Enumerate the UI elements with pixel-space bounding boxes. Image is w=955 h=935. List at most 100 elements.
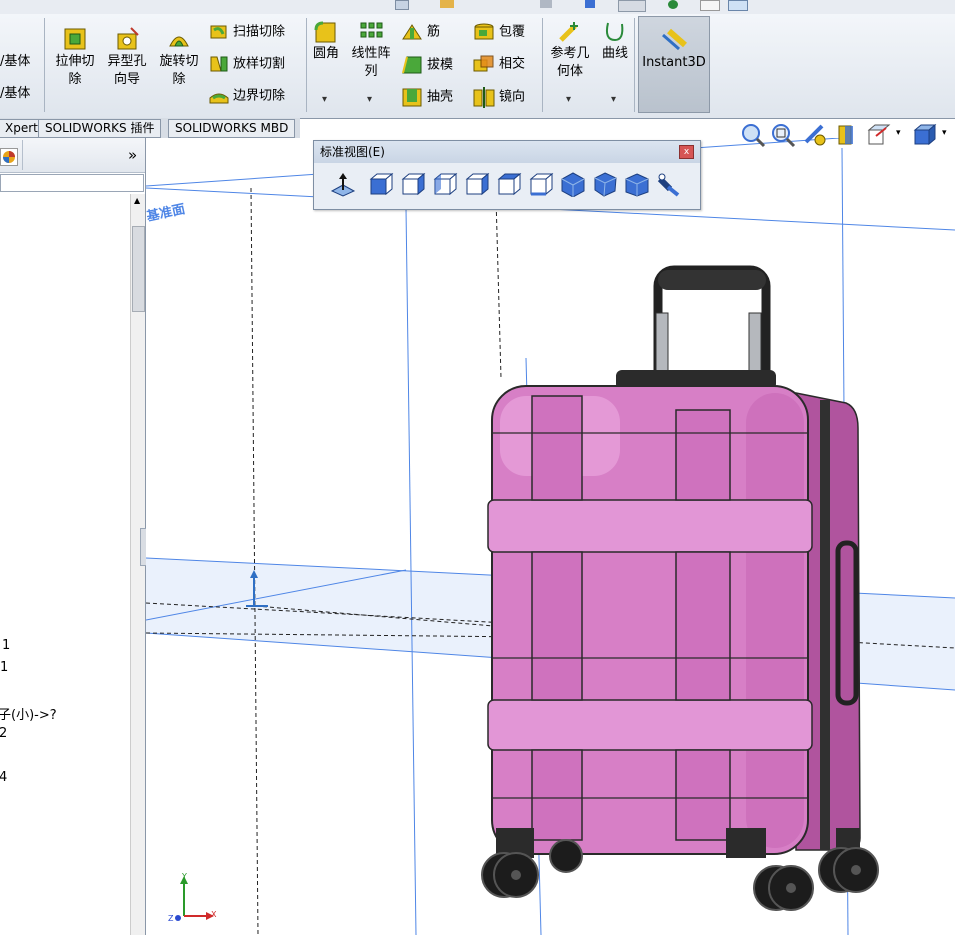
normal-to-icon[interactable] (330, 171, 356, 197)
tree-item[interactable]: 子(小)->? (0, 704, 57, 723)
lofted-cut-icon (210, 56, 228, 72)
tree-item[interactable]: 1 (0, 660, 8, 675)
close-toolbar-button[interactable]: x (679, 145, 694, 159)
intersect-button[interactable]: 相交 (472, 54, 525, 75)
options-icon[interactable] (728, 0, 748, 11)
linear-pattern-icon (360, 22, 383, 38)
header-divider (22, 140, 23, 170)
linear-pattern-dropdown-arrow[interactable]: ▾ (367, 94, 372, 105)
command-manager-tabs: Xpert SOLIDWORKS 插件 SOLIDWORKS MBD (0, 118, 300, 138)
draft-button[interactable]: 拔模 (400, 54, 453, 76)
display-style-icon[interactable] (912, 122, 938, 148)
expand-panel-arrows[interactable]: » (128, 146, 137, 164)
previous-view-icon[interactable] (802, 122, 828, 148)
print-icon[interactable] (540, 0, 552, 8)
shell-button[interactable]: 抽壳 (400, 86, 453, 108)
fillet-dropdown-arrow[interactable]: ▾ (322, 94, 327, 105)
right-view-icon[interactable] (464, 171, 490, 197)
boundary-cut-label: 边界切除 (233, 88, 286, 104)
swept-cut-button[interactable]: 扫描切除 (208, 22, 285, 43)
rib-label: 筋 (427, 24, 441, 40)
top-view-icon[interactable] (496, 171, 522, 197)
undo-icon[interactable] (585, 0, 595, 8)
reference-geometry-label-2: 何体 (556, 64, 583, 79)
scroll-up-arrow[interactable]: ▲ (134, 196, 140, 205)
reference-geometry-button[interactable]: 参考几 何体 (546, 20, 594, 81)
curves-button[interactable]: 曲线 (598, 20, 632, 63)
window-icon[interactable] (395, 0, 409, 10)
revolve-cut-label-2: 除 (172, 72, 186, 87)
curves-dropdown-arrow[interactable]: ▾ (611, 94, 616, 105)
tree-item[interactable]: 2 (0, 726, 7, 741)
standard-views-toolbar: 标准视图(E) x (313, 140, 701, 210)
swept-cut-label: 扫描切除 (233, 24, 286, 40)
boundary-cut-button[interactable]: 边界切除 (208, 86, 285, 107)
ribbon-separator (306, 18, 307, 112)
reference-geometry-dropdown-arrow[interactable]: ▾ (566, 94, 571, 105)
fillet-button[interactable]: 圆角 (308, 20, 344, 63)
view-orientation-dropdown[interactable]: ▾ (896, 128, 901, 138)
tab-solidworks-addins[interactable]: SOLIDWORKS 插件 (38, 119, 162, 138)
extrude-cut-label-1: 拉伸切 (55, 54, 95, 69)
view-orientation-icon[interactable] (866, 122, 892, 148)
panel-header: » (0, 138, 145, 173)
folder-icon[interactable] (440, 0, 454, 8)
model-scene (146, 138, 955, 935)
wrap-button[interactable]: 包覆 (472, 22, 525, 43)
top-menu-strip (0, 0, 955, 15)
boss-base-partial-2[interactable]: /基体 (0, 84, 30, 104)
feature-manager-panel: » ▲ 1 1 子(小)->? 2 4 (0, 138, 148, 935)
ribbon-separator (44, 18, 45, 112)
extrude-cut-button[interactable]: 拉伸切 除 (50, 26, 100, 89)
toolbar-title-bar[interactable]: 标准视图(E) x (314, 141, 700, 163)
tree-item[interactable]: 1 (2, 638, 10, 653)
file-props-icon[interactable] (700, 0, 720, 11)
extrude-cut-icon (64, 28, 86, 50)
mirror-button[interactable]: 镜向 (472, 86, 525, 108)
rebuild-icon[interactable] (668, 0, 678, 9)
boss-base-label-2: /基体 (0, 86, 31, 101)
filter-input[interactable] (0, 174, 144, 192)
tab-solidworks-mbd[interactable]: SOLIDWORKS MBD (168, 119, 296, 138)
trimetric-view-icon[interactable] (592, 171, 618, 197)
tree-item[interactable]: 4 (0, 770, 7, 785)
isometric-view-icon[interactable] (560, 171, 586, 197)
select-icon[interactable] (618, 0, 646, 12)
section-view-icon[interactable] (834, 122, 860, 148)
appearance-tab-icon[interactable] (0, 148, 18, 166)
back-view-icon[interactable] (400, 171, 426, 197)
shell-label: 抽壳 (427, 89, 454, 105)
intersect-icon (473, 55, 494, 72)
toolbar-title: 标准视图(E) (320, 145, 385, 159)
linear-pattern-label-2: 列 (364, 64, 378, 79)
display-style-dropdown[interactable]: ▾ (942, 128, 947, 138)
hole-wizard-icon (117, 27, 139, 50)
lofted-cut-button[interactable]: 放样切割 (208, 54, 285, 75)
front-view-icon[interactable] (368, 171, 394, 197)
instant3d-button[interactable]: Instant3D (638, 16, 710, 113)
mirror-label: 镜向 (499, 89, 526, 105)
left-view-icon[interactable] (432, 171, 458, 197)
zoom-to-area-icon[interactable] (770, 122, 796, 148)
zoom-to-fit-icon[interactable] (740, 122, 766, 148)
boss-base-partial-1[interactable]: /基体 (0, 52, 30, 72)
instant3d-icon (662, 28, 687, 51)
triad-z-label: Z (168, 914, 174, 923)
extrude-cut-label-2: 除 (68, 72, 82, 87)
mirror-icon (473, 87, 495, 108)
hole-wizard-label-1: 异型孔 (107, 54, 147, 69)
fillet-icon (314, 21, 336, 43)
reference-geometry-label-1: 参考几 (550, 46, 590, 61)
scrollbar-thumb[interactable] (132, 226, 145, 312)
shell-icon (402, 88, 422, 107)
view-selector-icon[interactable] (656, 171, 682, 197)
graphics-viewport[interactable]: 基准面 Y X Z (146, 138, 955, 935)
bottom-view-icon[interactable] (528, 171, 554, 197)
intersect-label: 相交 (499, 56, 526, 72)
dimetric-view-icon[interactable] (624, 171, 650, 197)
linear-pattern-button[interactable]: 线性阵 列 (346, 20, 396, 81)
ribbon-separator (634, 18, 635, 112)
revolve-cut-button[interactable]: 旋转切 除 (154, 26, 204, 89)
rib-button[interactable]: 筋 (400, 22, 440, 43)
hole-wizard-button[interactable]: 异型孔 向导 (102, 26, 152, 89)
